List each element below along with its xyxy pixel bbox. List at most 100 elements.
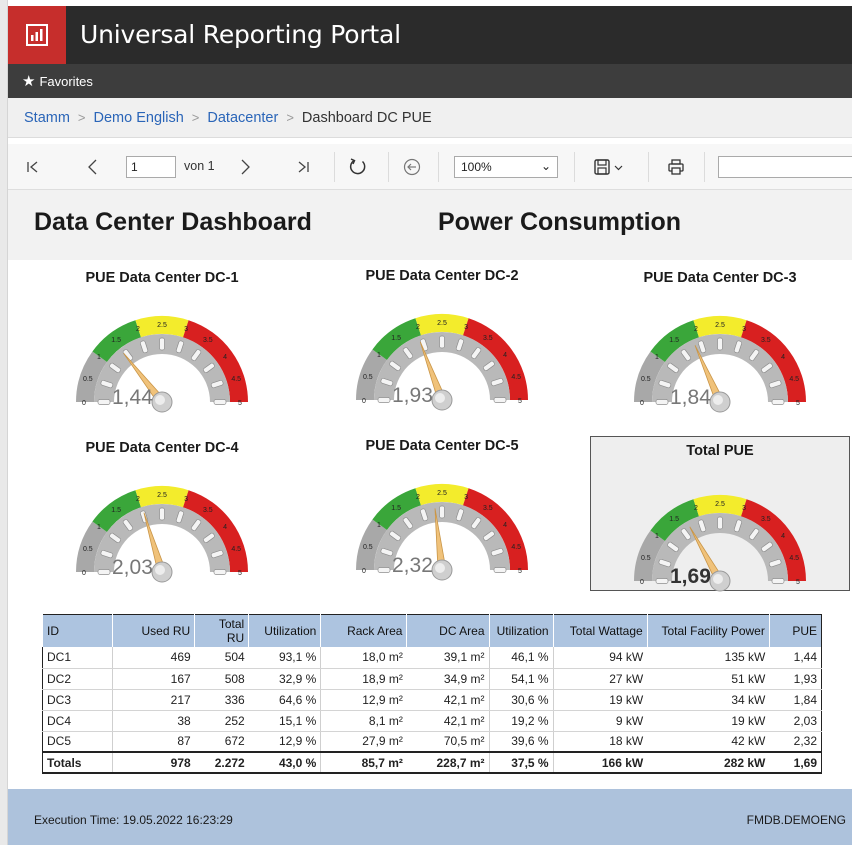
table-cell: Totals [42, 751, 114, 774]
table-cell: 336 [194, 689, 249, 711]
favorites-bar[interactable]: ★ Favorites [8, 64, 852, 98]
prev-page-icon[interactable] [82, 152, 104, 182]
gauge-tick [439, 505, 445, 519]
back-icon[interactable] [400, 152, 424, 182]
gauge-dial: 0 0.5 1 1.5 2 2.5 3 3.5 4 4.5 5 2,32 [356, 484, 528, 581]
table-cell: 51 kW [647, 668, 770, 690]
table-cell: 504 [194, 647, 249, 669]
gauge-tick-label: 3.5 [761, 337, 771, 344]
toolbar-divider [388, 152, 389, 182]
breadcrumb-demo-english[interactable]: Demo English [94, 110, 184, 126]
table-cell: 12,9 % [248, 731, 322, 753]
table-cell: DC1 [42, 647, 114, 669]
gauge-tick [213, 569, 227, 575]
gauge-dial: 0 0.5 1 1.5 2 2.5 3 3.5 4 4.5 5 1,44 [76, 316, 248, 413]
column-header: PUE [768, 614, 822, 647]
report-footer: Execution Time: 19.05.2022 16:23:29 FMDB… [8, 789, 852, 845]
gauge-tick [771, 399, 785, 405]
gauge-tick-label: 1 [97, 354, 101, 361]
toolbar-divider [574, 152, 575, 182]
favorites-label[interactable]: Favorites [39, 74, 92, 89]
table-cell: DC3 [42, 689, 114, 711]
gauge-5: PUE Data Center DC-5 0 0.5 1 1.5 2 2.5 3 3.5 4 4.5… [312, 430, 572, 590]
column-header: Used RU [112, 614, 195, 647]
gauge-value: 1,93 [392, 384, 433, 407]
gauge-tick [655, 399, 669, 405]
gauge-value: 1,44 [112, 386, 153, 409]
search-input[interactable] [718, 156, 852, 178]
gauge-tick-label: 1.5 [391, 505, 401, 512]
gauge-tick-label: 4 [223, 354, 227, 361]
table-cell: 93,1 % [248, 647, 322, 669]
gauge-tick-label: 5 [518, 568, 522, 575]
print-icon[interactable] [664, 152, 688, 182]
gauge-tick-label: 0 [640, 400, 644, 407]
bar-chart-icon[interactable] [8, 6, 66, 64]
table-cell: 978 [112, 751, 195, 774]
gauge-tick-label: 2 [416, 494, 420, 501]
table-cell: 37,5 % [489, 751, 554, 774]
breadcrumb-datacenter[interactable]: Datacenter [207, 110, 278, 126]
column-header: Total Wattage [552, 614, 648, 647]
table-cell: 1,84 [769, 689, 822, 711]
toolbar-divider [704, 152, 705, 182]
table-cell: 2.272 [194, 751, 249, 774]
table-cell: 12,9 m² [320, 689, 407, 711]
table-cell: 42 kW [647, 731, 770, 753]
gauge-tick-label: 0 [362, 398, 366, 405]
breadcrumb-stamm[interactable]: Stamm [24, 110, 70, 126]
gauge-tick-label: 2 [694, 505, 698, 512]
table-cell: 18 kW [553, 731, 648, 753]
table-cell: 27,9 m² [320, 731, 407, 753]
toolbar-divider [438, 152, 439, 182]
table-cell: 19,2 % [489, 710, 554, 732]
zoom-value: 100% [461, 160, 492, 174]
gauge-tick [717, 516, 723, 530]
gauge-tick-label: 0 [82, 570, 86, 577]
gauge-dial: 0 0.5 1 1.5 2 2.5 3 3.5 4 4.5 5 1,84 [634, 316, 806, 413]
gauge-tick-label: 0.5 [83, 546, 93, 553]
last-page-icon[interactable] [292, 152, 314, 182]
table-cell: 18,0 m² [320, 647, 407, 669]
table-row: DC2 167 508 32,9 % 18,9 m² 34,9 m² 54,1 % 27 kW… [42, 668, 822, 690]
table-cell: 85,7 m² [320, 751, 407, 774]
table-cell: 94 kW [553, 647, 648, 669]
gauge-tick-label: 4.5 [231, 546, 241, 553]
table-cell: DC5 [42, 731, 114, 753]
gauge-tick-label: 3.5 [761, 516, 771, 523]
gauge-tick [377, 567, 391, 573]
save-icon[interactable] [590, 152, 630, 182]
gauge-tick-label: 3 [742, 505, 746, 512]
table-cell: 46,1 % [489, 647, 554, 669]
table-header-row: ID Used RU Total RU Utilization Rack Area DC … [41, 614, 822, 647]
column-header: Utilization [488, 614, 554, 647]
report-title: Data Center Dashboard [34, 208, 312, 236]
gauge-tick-label: 1.5 [669, 516, 679, 523]
title-bar: Universal Reporting Portal [8, 6, 852, 64]
refresh-icon[interactable] [346, 152, 370, 182]
next-page-icon[interactable] [234, 152, 256, 182]
gauge-value: 2,03 [112, 556, 153, 579]
table-cell: 42,1 m² [406, 689, 490, 711]
gauge-tick [97, 399, 111, 405]
gauge-tick-label: 1 [655, 533, 659, 540]
gauge-tick-label: 0 [362, 568, 366, 575]
gauge-tick-label: 0.5 [641, 555, 651, 562]
table-cell: 1,93 [769, 668, 822, 690]
execution-time: Execution Time: 19.05.2022 16:23:29 [34, 813, 233, 827]
column-header: DC Area [406, 614, 490, 647]
gauge-tick-label: 3.5 [483, 335, 493, 342]
gauge-tick-label: 1 [377, 522, 381, 529]
chevron-right-icon: > [77, 110, 86, 125]
first-page-icon[interactable] [22, 152, 44, 182]
gauge-tick-label: 4 [503, 352, 507, 359]
gauge-tick-label: 2.5 [157, 492, 167, 499]
page-number-input[interactable] [126, 156, 176, 178]
table-cell: 9 kW [553, 710, 648, 732]
table-cell: 15,1 % [248, 710, 322, 732]
zoom-select[interactable]: 100% ⌄ [454, 156, 558, 178]
gauge-4: PUE Data Center DC-4 0 0.5 1 1.5 2 2.5 3 3.5 4 4.5… [32, 432, 292, 592]
gauge-tick-label: 0.5 [363, 544, 373, 551]
table-cell: 70,5 m² [406, 731, 490, 753]
chevron-right-icon: > [286, 110, 294, 125]
